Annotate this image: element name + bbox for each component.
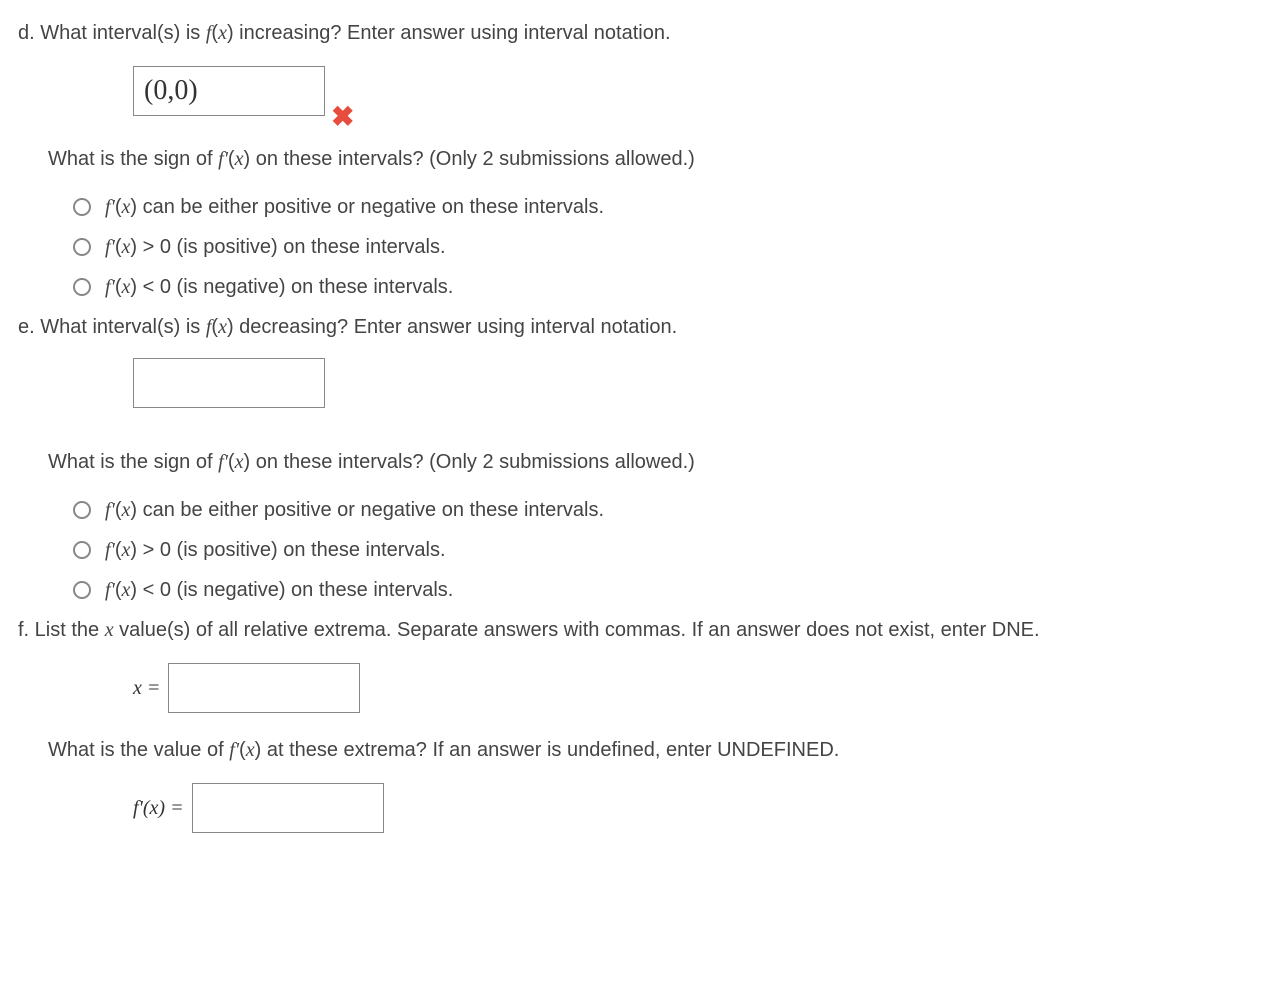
- question-f-x-row: x =: [133, 663, 1262, 713]
- radio-icon: [73, 501, 91, 519]
- question-e-text: e. What interval(s) is f(x) decreasing? …: [18, 312, 1262, 342]
- question-f: f. List the x value(s) of all relative e…: [18, 615, 1262, 833]
- radio-icon: [73, 541, 91, 559]
- question-d-radio-group: f'(x) can be either positive or negative…: [73, 192, 1262, 302]
- question-e-answer-input[interactable]: [133, 358, 325, 408]
- question-d-option-3-label: f'(x) < 0 (is negative) on these interva…: [105, 272, 453, 302]
- question-d-option-2[interactable]: f'(x) > 0 (is positive) on these interva…: [73, 232, 1262, 262]
- question-e-sub-question: What is the sign of f'(x) on these inter…: [48, 447, 1262, 477]
- question-f-fprime-row: f'(x) =: [133, 783, 1262, 833]
- question-e-option-1[interactable]: f'(x) can be either positive or negative…: [73, 495, 1262, 525]
- question-f-sub-question: What is the value of f'(x) at these extr…: [48, 735, 1262, 765]
- question-f-fprime-input[interactable]: [192, 783, 384, 833]
- question-e: e. What interval(s) is f(x) decreasing? …: [18, 312, 1262, 605]
- question-e-option-2[interactable]: f'(x) > 0 (is positive) on these interva…: [73, 535, 1262, 565]
- question-e-answer-row: [133, 358, 1262, 417]
- question-f-x-label: x =: [133, 673, 160, 703]
- radio-icon: [73, 198, 91, 216]
- question-d-option-1-label: f'(x) can be either positive or negative…: [105, 192, 604, 222]
- question-d-sub-question: What is the sign of f'(x) on these inter…: [48, 144, 1262, 174]
- radio-icon: [73, 238, 91, 256]
- question-d: d. What interval(s) is f(x) increasing? …: [18, 18, 1262, 302]
- question-d-text: d. What interval(s) is f(x) increasing? …: [18, 18, 1262, 48]
- question-e-option-3[interactable]: f'(x) < 0 (is negative) on these interva…: [73, 575, 1262, 605]
- incorrect-icon: ✖: [331, 96, 354, 138]
- radio-icon: [73, 278, 91, 296]
- question-e-option-1-label: f'(x) can be either positive or negative…: [105, 495, 604, 525]
- question-d-answer-row: (0,0) ✖: [133, 66, 1262, 116]
- question-d-answer-input[interactable]: (0,0): [133, 66, 325, 116]
- question-d-option-3[interactable]: f'(x) < 0 (is negative) on these interva…: [73, 272, 1262, 302]
- question-f-text: f. List the x value(s) of all relative e…: [18, 615, 1262, 645]
- question-e-option-3-label: f'(x) < 0 (is negative) on these interva…: [105, 575, 453, 605]
- question-e-option-2-label: f'(x) > 0 (is positive) on these interva…: [105, 535, 446, 565]
- question-f-fprime-label: f'(x) =: [133, 793, 184, 823]
- radio-icon: [73, 581, 91, 599]
- question-f-x-input[interactable]: [168, 663, 360, 713]
- question-d-option-2-label: f'(x) > 0 (is positive) on these interva…: [105, 232, 446, 262]
- question-d-option-1[interactable]: f'(x) can be either positive or negative…: [73, 192, 1262, 222]
- question-e-radio-group: f'(x) can be either positive or negative…: [73, 495, 1262, 605]
